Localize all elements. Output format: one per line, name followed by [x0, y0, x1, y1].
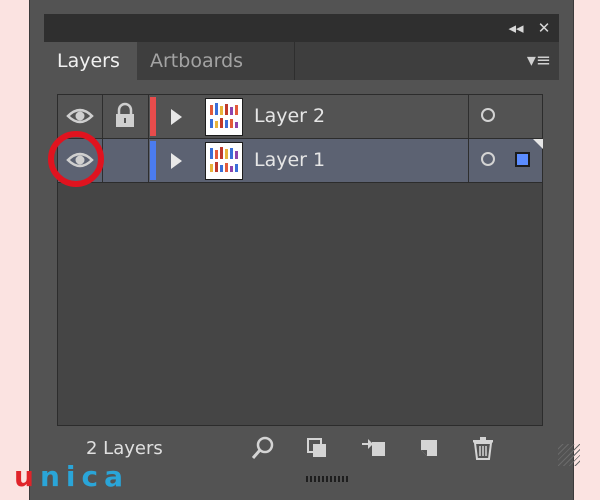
layer-count-label: 2 Layers [86, 438, 163, 459]
layer-thumbnail [205, 142, 243, 180]
watermark-letter: a [104, 460, 129, 493]
watermark-letter: c [81, 460, 105, 493]
create-sublayer-icon[interactable] [359, 434, 387, 462]
tab-layers[interactable]: Layers [44, 42, 137, 80]
layer-name[interactable]: Layer 1 [254, 139, 325, 182]
panel-menu-icon[interactable]: ▾≡ [527, 52, 551, 70]
eye-highlight-circle [48, 131, 104, 187]
lock-icon [116, 102, 134, 127]
expand-triangle-icon[interactable] [171, 109, 182, 125]
panel-title-bar: ◂◂ ✕ [44, 14, 559, 42]
collapse-panel-icon[interactable]: ◂◂ [505, 18, 527, 38]
current-layer-corner-icon [533, 139, 543, 149]
watermark-letter: i [65, 460, 82, 493]
layer-color-indicator [150, 97, 156, 136]
target-circle-icon[interactable] [481, 108, 495, 122]
selection-indicator-icon[interactable] [515, 152, 530, 167]
lock-toggle[interactable] [102, 95, 149, 138]
layers-list: Layer 2 Layer 1 [57, 94, 543, 426]
create-new-layer-icon[interactable] [415, 434, 443, 462]
panel-resize-grip[interactable] [306, 476, 348, 482]
watermark-letter: u [14, 460, 40, 493]
layer-row-layer-1[interactable]: Layer 1 [58, 139, 543, 183]
layer-row-layer-2[interactable]: Layer 2 [58, 95, 542, 139]
panel-tab-bar: Layers Artboards ▾≡ [44, 42, 559, 80]
layer-color-indicator [150, 141, 156, 180]
delete-layer-icon[interactable] [469, 434, 497, 462]
lock-toggle[interactable] [102, 139, 149, 182]
unica-watermark-logo: unica [14, 460, 129, 493]
close-panel-icon[interactable]: ✕ [533, 18, 555, 38]
target-circle-icon[interactable] [481, 152, 495, 166]
tab-artboards[interactable]: Artboards [137, 42, 295, 80]
layer-thumbnail [205, 98, 243, 136]
layer-target-cell[interactable] [468, 95, 543, 138]
clipping-mask-icon[interactable] [303, 434, 331, 462]
resize-corner-handle[interactable] [558, 444, 580, 466]
layer-name[interactable]: Layer 2 [254, 95, 325, 138]
expand-triangle-icon[interactable] [171, 153, 182, 169]
watermark-letter: n [39, 460, 66, 493]
layer-target-cell[interactable] [468, 139, 543, 182]
locate-object-icon[interactable] [249, 434, 277, 462]
layers-panel: ◂◂ ✕ Layers Artboards ▾≡ Layer 2 Layer 1… [29, 0, 580, 500]
